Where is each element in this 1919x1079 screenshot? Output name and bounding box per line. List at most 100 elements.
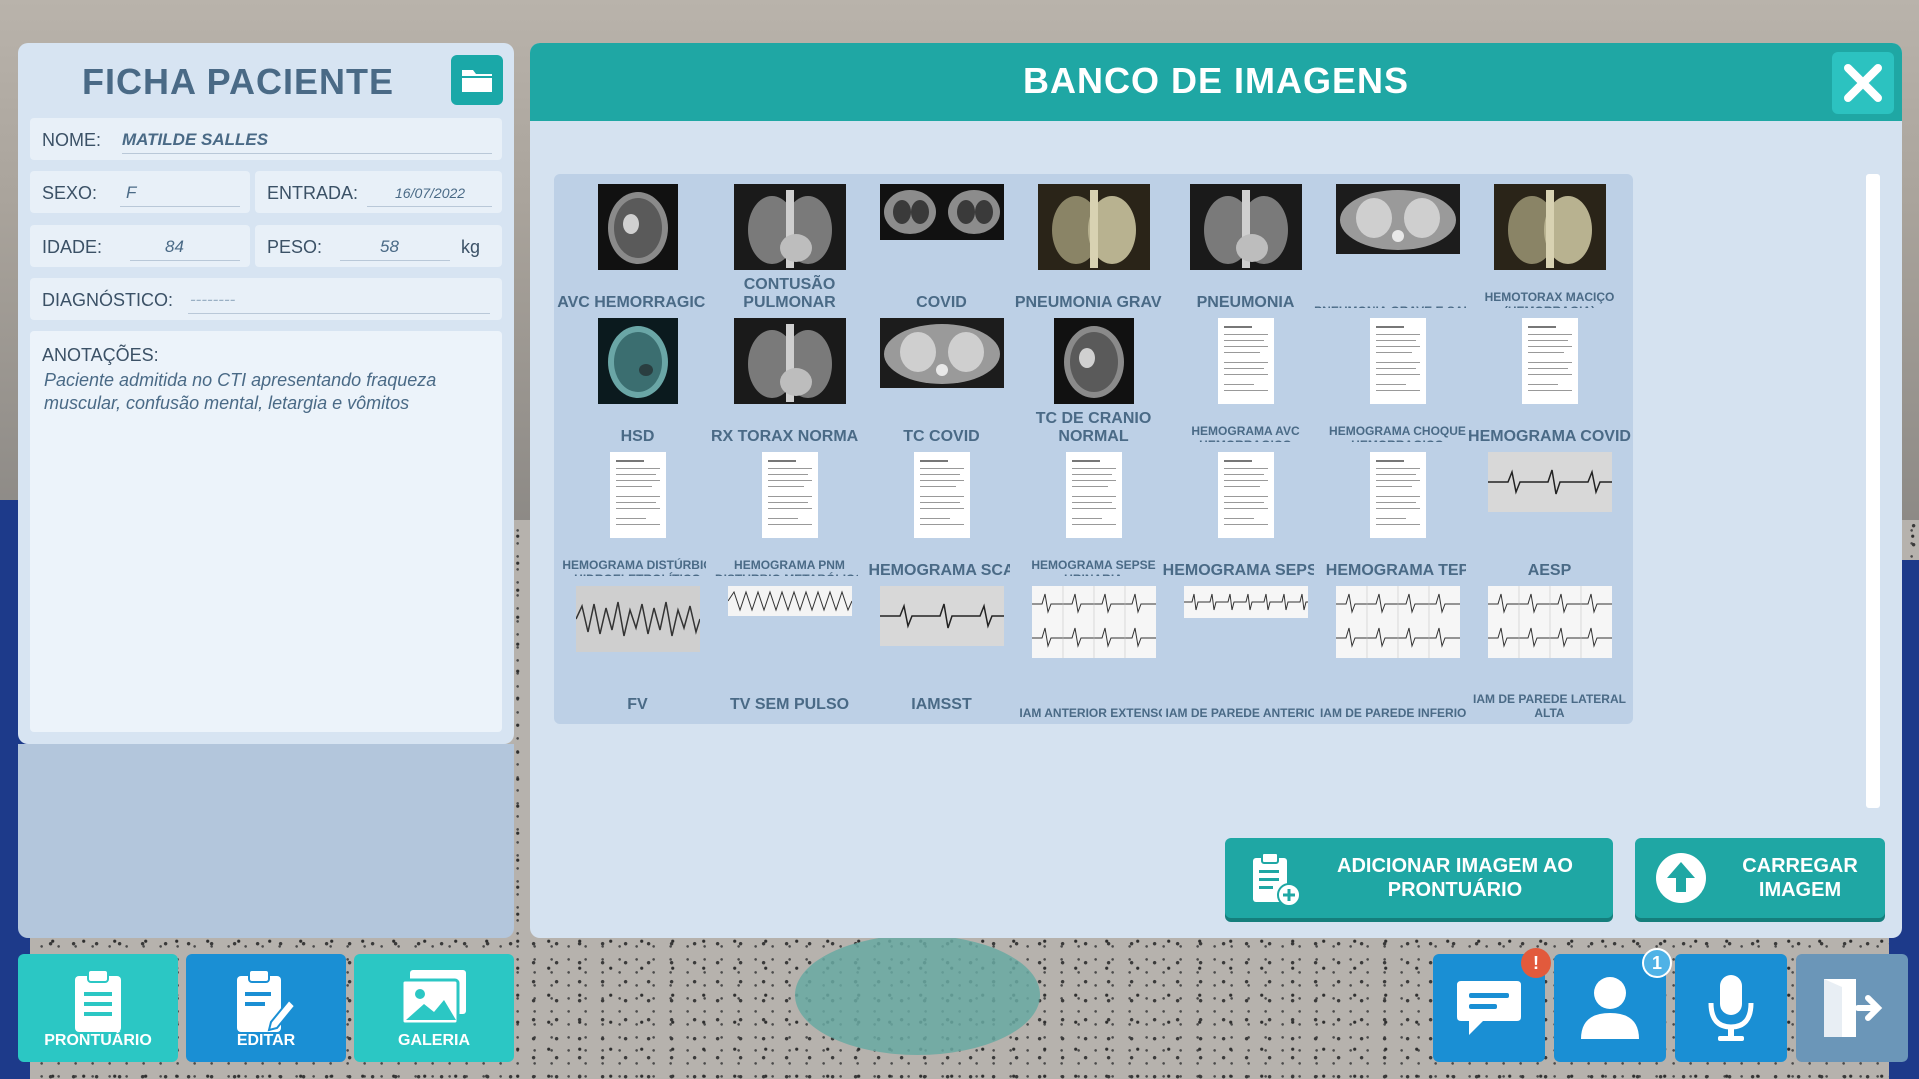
- notes-label: ANOTAÇÕES:: [42, 345, 159, 365]
- weight-label: PESO:: [267, 237, 323, 257]
- image-thumbnail: [1521, 318, 1578, 409]
- image-bank-header: BANCO DE IMAGENS: [530, 43, 1902, 121]
- image-thumbnail: [597, 318, 678, 409]
- microphone-icon: [1708, 975, 1754, 1041]
- tab-prontuario[interactable]: PRONTUÁRIO: [18, 954, 178, 1062]
- image-thumbnail: [761, 452, 818, 543]
- image-thumbnail: [1031, 586, 1156, 663]
- clipboard-icon: [75, 969, 121, 1032]
- name-value: MATILDE SALLES: [122, 130, 269, 149]
- image-thumbnail: [1183, 586, 1308, 623]
- exit-button[interactable]: [1796, 954, 1908, 1062]
- image-thumbnail: [1487, 452, 1612, 517]
- image-tile[interactable]: HEMOGRAMA AVC HEMORRAGICO: [1162, 308, 1329, 456]
- image-thumbnail: [1217, 318, 1274, 409]
- image-tile-label: IAM ANTERIOR EXTENSO: [1019, 706, 1168, 720]
- image-tile-label: CONTUSÃO PULMONAR: [743, 276, 836, 311]
- chat-icon: [1457, 981, 1521, 1035]
- floor-logo: [795, 935, 1040, 1055]
- patient-button[interactable]: 1: [1554, 948, 1672, 1062]
- image-tile[interactable]: HEMOGRAMA COVID: [1466, 308, 1633, 456]
- patient-count-badge: 1: [1642, 948, 1672, 978]
- image-tile[interactable]: FV: [554, 576, 721, 724]
- image-tile[interactable]: PNEUMONIA GRAVE: [1010, 174, 1177, 322]
- image-tile[interactable]: IAM DE PAREDE ANTERIOR: [1162, 576, 1329, 724]
- image-tile[interactable]: RX TORAX NORMAL: [706, 308, 873, 456]
- open-folder-button[interactable]: [451, 55, 503, 105]
- gallery-icon: [400, 970, 466, 1026]
- image-tile[interactable]: IAM DE PAREDE INFERIOR: [1314, 576, 1481, 724]
- image-tile[interactable]: HEMOGRAMA TEP: [1314, 442, 1481, 590]
- patient-record-panel-footer: [18, 744, 514, 938]
- image-tile[interactable]: HEMOGRAMA CHOQUE HEMORRAGICO: [1314, 308, 1481, 456]
- image-thumbnail: [609, 452, 666, 543]
- image-tile[interactable]: AVC HEMORRAGICO: [554, 174, 721, 322]
- image-tile[interactable]: HEMOGRAMA DISTÚRBIO HIDROELETROLÍTICO: [554, 442, 721, 590]
- image-tile[interactable]: HEMOGRAMA SEPSE: [1162, 442, 1329, 590]
- image-tile-label: TC DE CRANIO NORMAL: [1035, 410, 1152, 445]
- weight-field: PESO: 58 kg: [255, 225, 502, 267]
- microphone-button[interactable]: [1675, 954, 1787, 1062]
- image-tile[interactable]: HEMOTORAX MACIÇO (HEMORRAGIA): [1466, 174, 1633, 322]
- image-tile[interactable]: IAMSST: [858, 576, 1025, 724]
- name-field: NOME: MATILDE SALLES: [30, 118, 502, 160]
- image-thumbnail: [913, 452, 970, 543]
- weight-unit: kg: [461, 237, 481, 257]
- image-thumbnail: [1053, 318, 1134, 409]
- clipboard-add-icon: [1253, 852, 1301, 907]
- diagnosis-value: --------: [190, 290, 236, 309]
- image-tile-label: TV SEM PULSO: [729, 696, 850, 713]
- sex-value: F: [126, 183, 137, 202]
- tab-prontuario-label: PRONTUÁRIO: [44, 1032, 152, 1049]
- image-thumbnail: [879, 318, 1004, 393]
- diagnosis-field: DIAGNÓSTICO: --------: [30, 278, 502, 320]
- tab-editar[interactable]: EDITAR: [186, 954, 346, 1062]
- entry-date-field: ENTRADA: 16/07/2022: [255, 171, 502, 213]
- image-grid-scrollbar[interactable]: [1866, 174, 1880, 808]
- image-thumbnail: [879, 184, 1004, 245]
- image-thumbnail: [1065, 452, 1122, 543]
- image-thumbnail: [1369, 318, 1426, 409]
- age-value: 84: [165, 237, 184, 256]
- image-tile[interactable]: HEMOGRAMA SEPSE URINARIA: [1010, 442, 1177, 590]
- name-label: NOME:: [42, 130, 102, 150]
- image-tile[interactable]: PNEUMONIA GRAVE E SARA: [1314, 174, 1481, 322]
- image-tile[interactable]: COVID: [858, 174, 1025, 322]
- image-tile[interactable]: IAM DE PAREDE LATERAL ALTA: [1466, 576, 1633, 724]
- image-tile[interactable]: TC DE CRANIO NORMAL: [1010, 308, 1177, 456]
- image-tile[interactable]: HSD: [554, 308, 721, 456]
- image-tile[interactable]: IAM ANTERIOR EXTENSO: [1010, 576, 1177, 724]
- image-thumbnail: [1037, 184, 1150, 275]
- edit-icon: [237, 969, 297, 1032]
- image-tile[interactable]: AESP: [1466, 442, 1633, 590]
- tab-galeria[interactable]: GALERIA: [354, 954, 514, 1062]
- image-thumbnail: [733, 184, 846, 275]
- image-tile[interactable]: PNEUMONIA: [1162, 174, 1329, 322]
- weight-value: 58: [380, 237, 399, 256]
- image-tile[interactable]: CONTUSÃO PULMONAR: [706, 174, 873, 322]
- chat-button[interactable]: !: [1433, 948, 1551, 1062]
- patient-record-title: FICHA PACIENTE: [81, 61, 394, 102]
- image-tile[interactable]: HEMOGRAMA PNM DISTURBIO METABÓLICO: [706, 442, 873, 590]
- image-thumbnail: [733, 318, 846, 409]
- upload-image-label: CARREGAR IMAGEM: [1742, 855, 1858, 901]
- image-tile-label: IAM DE PAREDE ANTERIOR: [1165, 706, 1326, 720]
- diagnosis-label: DIAGNÓSTICO:: [42, 290, 174, 310]
- image-tile[interactable]: HEMOGRAMA SCA: [858, 442, 1025, 590]
- tab-galeria-label: GALERIA: [398, 1032, 470, 1049]
- image-thumbnail: [597, 184, 678, 275]
- sex-label: SEXO:: [42, 183, 98, 203]
- add-image-to-record-button[interactable]: ADICIONAR IMAGEM AO PRONTUÁRIO: [1225, 838, 1613, 918]
- image-thumbnail: [879, 586, 1004, 651]
- image-tile-label: IAM DE PAREDE LATERAL ALTA: [1473, 692, 1626, 720]
- close-button[interactable]: [1832, 52, 1894, 114]
- upload-image-button[interactable]: CARREGAR IMAGEM: [1635, 838, 1885, 918]
- notes-area[interactable]: ANOTAÇÕES: Paciente admitida no CTI apre…: [30, 331, 502, 732]
- image-tile-label: FV: [627, 696, 648, 713]
- add-image-label: ADICIONAR IMAGEM AO PRONTUÁRIO: [1337, 855, 1573, 901]
- image-tile[interactable]: TV SEM PULSO: [706, 576, 873, 724]
- user-icon: [1581, 977, 1639, 1039]
- image-tile[interactable]: TC COVID: [858, 308, 1025, 456]
- image-thumbnail: [1487, 586, 1612, 663]
- image-thumbnail: [1335, 184, 1460, 259]
